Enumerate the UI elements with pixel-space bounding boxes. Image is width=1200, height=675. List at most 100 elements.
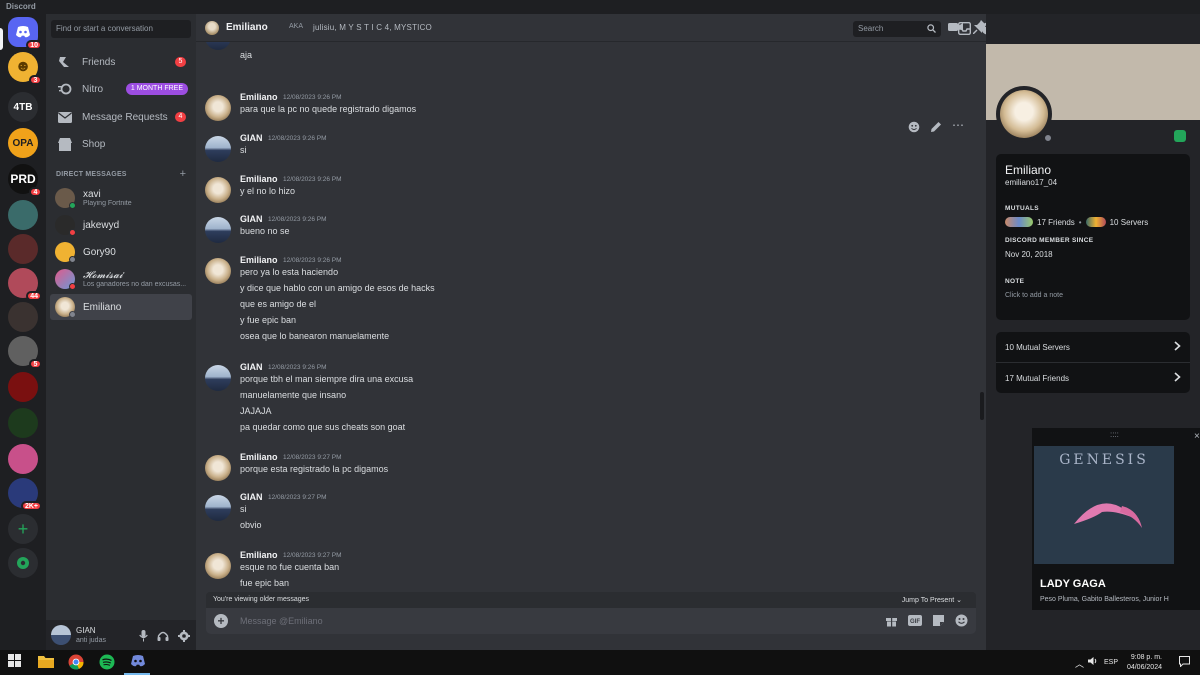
nav-message-requests[interactable]: Message Requests 4 (50, 105, 192, 129)
nav-shop[interactable]: Shop (50, 132, 192, 156)
server-icon[interactable]: 4TB (8, 92, 38, 122)
profile-avatar[interactable] (996, 86, 1054, 144)
gear-icon[interactable] (178, 629, 190, 647)
message-text: que es amigo de el (240, 299, 317, 309)
message-avatar[interactable] (205, 258, 231, 284)
nav-nitro[interactable]: Nitro 1 MONTH FREE (50, 77, 192, 101)
server-icon[interactable]: 2K+ (8, 478, 42, 511)
server-icon[interactable]: ☻ 3 (8, 52, 42, 85)
user-avatar[interactable] (51, 625, 71, 645)
search-input[interactable]: Search (853, 21, 941, 37)
message-author[interactable]: Emiliano (240, 174, 278, 184)
mutuals-heading: MUTUALS (1005, 205, 1039, 212)
mutual-friends-row[interactable]: 17 Mutual Friends (996, 363, 1190, 393)
add-reaction-icon[interactable] (908, 120, 920, 138)
clock-time[interactable]: 9:08 p. m. (1131, 654, 1162, 661)
find-conversation-input[interactable]: Find or start a conversation (51, 20, 191, 38)
mutual-friends-label: 17 Mutual Friends (1005, 373, 1070, 383)
server-icon[interactable] (8, 444, 38, 474)
close-icon[interactable]: × (1194, 431, 1200, 442)
note-input[interactable]: Click to add a note (1005, 292, 1063, 299)
home-button[interactable]: 10 (8, 17, 42, 50)
create-dm-button[interactable]: + (180, 168, 186, 180)
message-input[interactable]: Message @Emiliano (240, 616, 323, 626)
spotify-icon[interactable] (99, 654, 115, 670)
dm-name: jakewyd (83, 220, 120, 231)
message-avatar[interactable] (205, 553, 231, 579)
message-author[interactable]: Emiliano (240, 92, 278, 102)
unread-badge: 10 (26, 40, 42, 50)
explore-servers-button[interactable] (8, 548, 38, 578)
more-options-icon[interactable]: ⋯ (952, 119, 964, 138)
gift-icon[interactable] (885, 614, 898, 632)
sticker-icon[interactable] (932, 614, 945, 632)
chrome-icon[interactable] (68, 654, 84, 670)
message-author[interactable]: GIAN (240, 492, 263, 502)
input-language[interactable]: ESP (1104, 659, 1118, 666)
dm-item-homisai[interactable]: 𝓗𝓸𝓶𝓲𝓼𝓪𝓲 Los ganadores no dan excusas... (50, 266, 192, 292)
server-icon[interactable] (8, 200, 38, 230)
message-author[interactable]: Emiliano (240, 452, 278, 462)
message-avatar[interactable] (205, 95, 231, 121)
song-title: LADY GAGA (1040, 578, 1106, 590)
message-author[interactable]: Emiliano (240, 550, 278, 560)
message-author[interactable]: Emiliano (240, 255, 278, 265)
speaker-icon[interactable] (1088, 656, 1098, 668)
discord-taskbar-icon[interactable] (130, 654, 146, 670)
tray-overflow-chevron-icon[interactable]: ︿ (1075, 657, 1084, 670)
nav-friends[interactable]: Friends 5 (50, 50, 192, 74)
server-icon[interactable] (8, 372, 38, 402)
profile-username: emiliano17_04 (1005, 178, 1058, 187)
jump-to-present-button[interactable]: Jump To Present ⌄ (902, 596, 962, 604)
mutual-servers-row[interactable]: 10 Mutual Servers (996, 332, 1190, 362)
gif-icon[interactable]: GIF (908, 614, 922, 632)
windows-start-icon[interactable] (8, 654, 24, 670)
clock-date[interactable]: 04/06/2024 (1127, 664, 1162, 671)
message-avatar[interactable] (205, 365, 231, 391)
nitro-badge-icon[interactable] (1174, 130, 1186, 142)
dm-item-jakewyd[interactable]: jakewyd (50, 212, 192, 238)
server-icon[interactable] (8, 302, 38, 332)
svg-text:GIF: GIF (910, 619, 920, 625)
song-artists: Peso Pluma, Gabito Ballesteros, Junior H (1040, 596, 1169, 603)
message-author[interactable]: GIAN (240, 133, 263, 143)
server-icon[interactable]: PRD 4 (8, 164, 42, 197)
album-art-graphic (1074, 503, 1142, 528)
inbox-icon[interactable] (957, 21, 972, 40)
chat-recipient-name[interactable]: Emiliano (226, 22, 268, 33)
message-avatar[interactable] (205, 455, 231, 481)
emoji-icon[interactable] (955, 614, 968, 632)
server-icon[interactable]: 44 (8, 268, 42, 301)
dm-item-xavi[interactable]: xavi Playing Fortnite (50, 185, 192, 211)
message-author[interactable]: GIAN (240, 214, 263, 224)
server-icon[interactable] (8, 234, 38, 264)
dm-item-gory90[interactable]: Gory90 (50, 239, 192, 265)
edit-pencil-icon[interactable] (930, 120, 942, 138)
message-author[interactable]: GIAN (240, 362, 263, 372)
server-icon[interactable] (8, 408, 38, 438)
message-composer[interactable]: + Message @Emiliano GIF (206, 608, 976, 634)
mutuals-summary[interactable]: 17 Friends • 10 Servers (1005, 217, 1148, 227)
message-avatar[interactable] (205, 177, 231, 203)
notifications-icon[interactable] (1179, 656, 1190, 669)
server-icon[interactable]: OPA (8, 128, 38, 158)
dm-item-emiliano[interactable]: Emiliano (50, 294, 192, 320)
add-server-button[interactable]: + (8, 514, 38, 544)
aka-names: julisiu, M Y S T I C 4, MYSTICO (313, 23, 432, 32)
message-avatar[interactable] (205, 42, 231, 50)
message-avatar[interactable] (205, 495, 231, 521)
microphone-icon[interactable] (139, 629, 148, 647)
chevron-down-icon: ⌄ (956, 597, 962, 604)
headphones-icon[interactable] (157, 629, 169, 647)
nitro-promo-badge: 1 MONTH FREE (125, 83, 188, 95)
message-avatar[interactable] (205, 217, 231, 243)
server-icon[interactable]: 5 (8, 336, 42, 369)
message-avatar[interactable] (205, 136, 231, 162)
drag-handle[interactable]: :::: (1110, 430, 1119, 439)
scrollbar-thumb[interactable] (980, 392, 984, 420)
media-mini-player[interactable]: :::: × GENESIS LADY GAGA Peso Pluma, Gab… (1032, 428, 1200, 610)
attach-plus-icon[interactable]: + (214, 614, 228, 628)
message-timestamp: 12/08/2023 9:27 PM (283, 454, 342, 461)
file-explorer-icon[interactable] (38, 654, 54, 670)
jump-label: Jump To Present (901, 597, 955, 604)
